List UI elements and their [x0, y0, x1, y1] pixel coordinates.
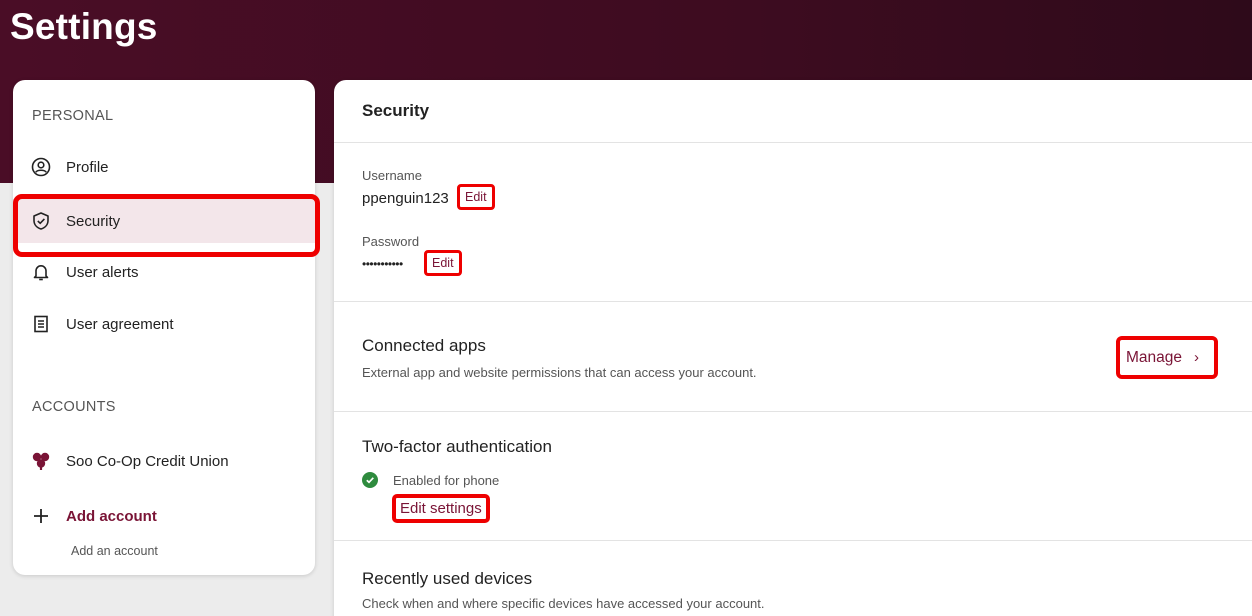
sidebar-section-accounts: ACCOUNTS: [32, 399, 116, 415]
manage-label: Manage: [1126, 348, 1183, 366]
divider: [334, 142, 1252, 143]
credit-union-logo-icon: [30, 450, 52, 472]
divider: [334, 540, 1252, 541]
two-factor-title: Two-factor authentication: [362, 437, 552, 456]
two-factor-status-text: Enabled for phone: [393, 472, 500, 488]
sidebar-item-label: Soo Co-Op Credit Union: [66, 452, 229, 470]
divider: [334, 301, 1252, 302]
sidebar-section-personal: PERSONAL: [32, 108, 114, 124]
password-value: •••••••••••: [362, 257, 403, 271]
page-title: Settings: [10, 6, 158, 47]
username-value: ppenguin123: [362, 190, 449, 207]
panel-title: Security: [362, 101, 430, 120]
sidebar-item-label: Security: [66, 212, 121, 230]
profile-icon: [30, 156, 52, 178]
shield-icon: [30, 210, 52, 232]
sidebar-item-soo-co-op[interactable]: Soo Co-Op Credit Union: [13, 439, 315, 483]
plus-icon: [30, 505, 52, 527]
recent-devices-description: Check when and where specific devices ha…: [362, 596, 765, 611]
document-icon: [30, 313, 52, 335]
edit-two-factor-settings-link[interactable]: Edit settings: [392, 494, 490, 523]
recent-devices-title: Recently used devices: [362, 569, 533, 588]
add-account-description: Add an account: [71, 544, 158, 558]
username-label: Username: [362, 168, 422, 183]
check-circle-icon: [362, 472, 378, 488]
add-account-label: Add account: [66, 507, 157, 525]
add-account-button[interactable]: Add account: [13, 494, 315, 538]
sidebar-item-user-agreement[interactable]: User agreement: [13, 302, 315, 346]
sidebar-item-user-alerts[interactable]: User alerts: [13, 250, 315, 294]
edit-username-button[interactable]: Edit: [457, 184, 495, 210]
edit-password-button[interactable]: Edit: [424, 250, 462, 276]
sidebar-item-label: Profile: [66, 158, 109, 176]
chevron-right-icon: ›: [1194, 349, 1200, 366]
sidebar-item-label: User agreement: [66, 315, 174, 333]
two-factor-status: Enabled for phone: [362, 472, 499, 488]
security-panel: Security Username ppenguin123 Edit Passw…: [334, 80, 1252, 616]
divider: [334, 411, 1252, 412]
connected-apps-description: External app and website permissions tha…: [362, 365, 757, 380]
bell-icon: [30, 261, 52, 283]
sidebar: PERSONAL Profile Security User alerts Us…: [13, 80, 315, 575]
password-label: Password: [362, 234, 420, 249]
manage-connected-apps-button[interactable]: Manage ›: [1116, 336, 1218, 379]
sidebar-item-label: User alerts: [66, 263, 139, 281]
connected-apps-title: Connected apps: [362, 336, 486, 355]
sidebar-item-security[interactable]: Security: [13, 199, 315, 243]
sidebar-item-profile[interactable]: Profile: [13, 145, 315, 189]
